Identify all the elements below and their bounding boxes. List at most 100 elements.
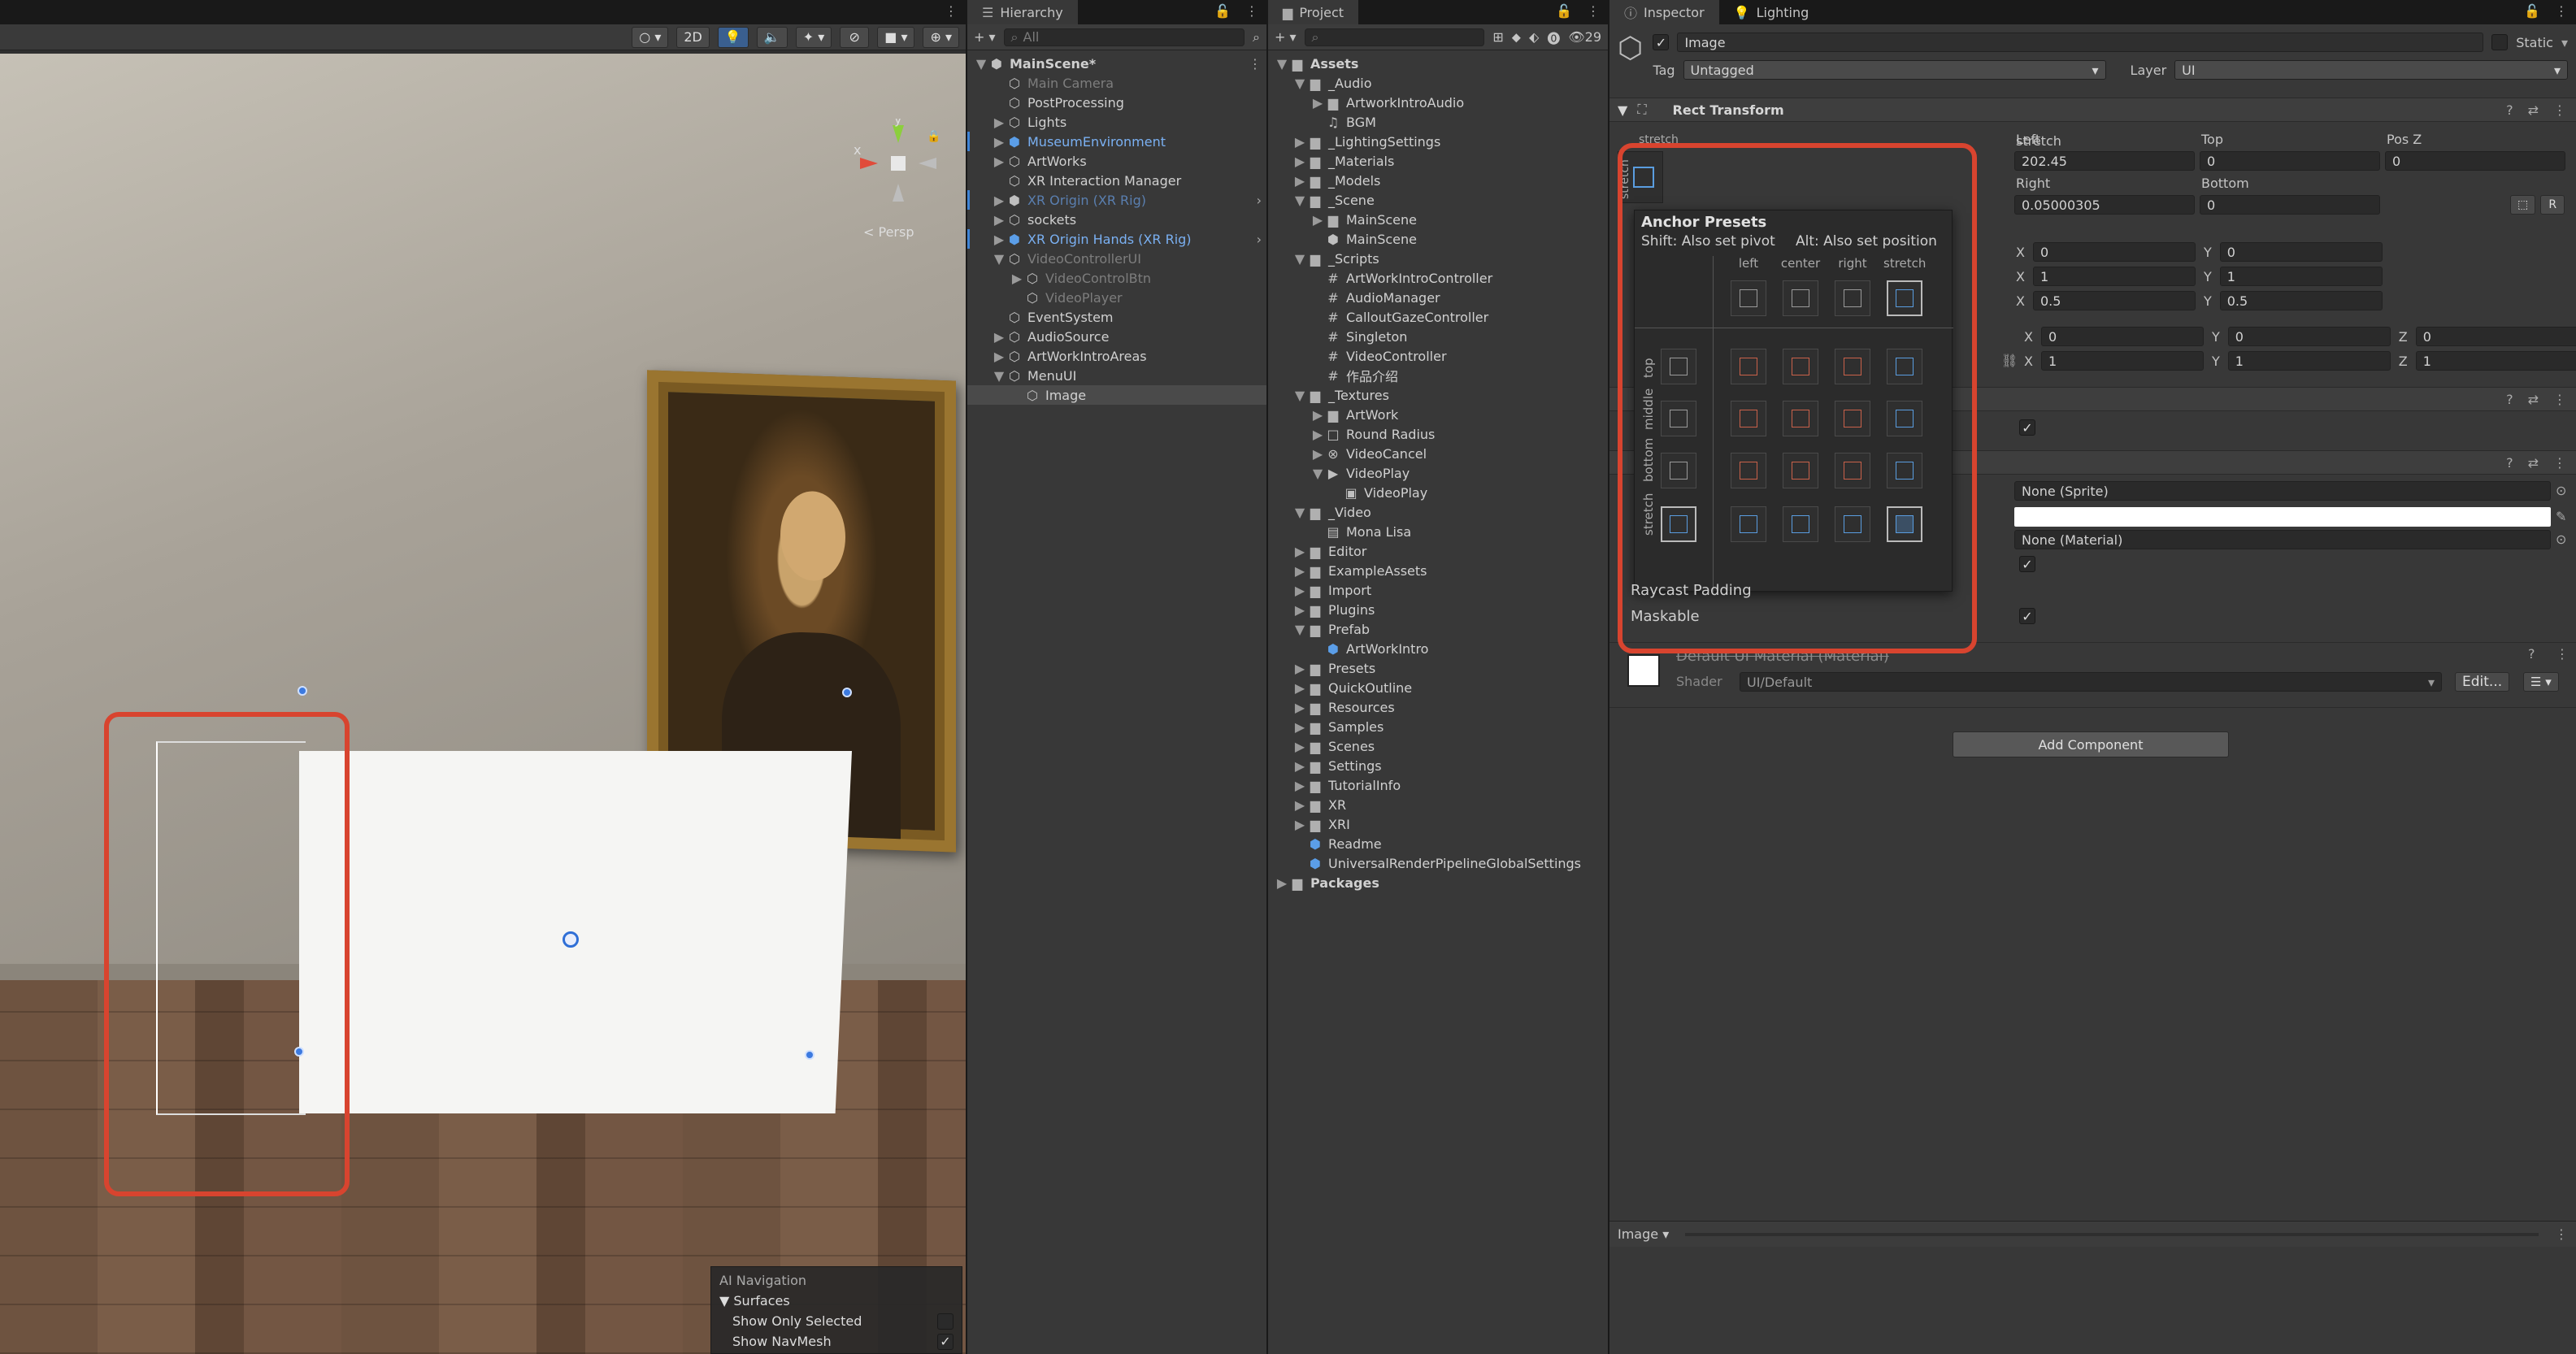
hierarchy-item[interactable]: ▶ ⬡ sockets [967, 210, 1266, 229]
foldout-arrow-icon[interactable]: ▼ [1310, 466, 1325, 481]
pivot-x-field[interactable]: 0.5 [2032, 291, 2196, 310]
scale-x-field[interactable]: 1 [2040, 351, 2204, 371]
help-icon[interactable]: ? [2506, 455, 2513, 471]
project-item[interactable]: ▶ ▆ XR [1268, 795, 1608, 814]
more-icon[interactable]: ⋮ [945, 3, 958, 19]
foldout-arrow-icon[interactable]: ▶ [1292, 817, 1307, 832]
foldout-arrow-icon[interactable]: ▼ [974, 56, 988, 72]
project-item[interactable]: ▼ ▆ _Audio [1268, 73, 1608, 93]
foldout-arrow-icon[interactable]: ▶ [992, 349, 1006, 364]
hierarchy-item[interactable]: ⬡ EventSystem [967, 307, 1266, 327]
color-swatch[interactable] [2014, 507, 2551, 527]
foldout-arrow-icon[interactable]: ▶ [992, 134, 1006, 150]
project-item[interactable]: ▶ ▆ ArtworkIntroAudio [1268, 93, 1608, 112]
project-item[interactable]: ▶ ⊗ VideoCancel [1268, 444, 1608, 463]
anchor-min-x-field[interactable]: 0 [2032, 242, 2196, 262]
project-item[interactable]: ▼ ▆ Prefab [1268, 619, 1608, 639]
rotation-y-field[interactable]: 0 [2227, 327, 2391, 346]
camera-settings-icon[interactable]: ■ ▾ [877, 26, 915, 48]
project-item[interactable]: ▼ ▆ _Textures [1268, 385, 1608, 405]
foldout-arrow-icon[interactable]: ▶ [1292, 661, 1307, 676]
cull-transparent-checkbox[interactable]: ✓ [2019, 419, 2035, 436]
hierarchy-item[interactable]: ⬡ VideoPlayer [967, 288, 1266, 307]
help-icon[interactable]: ? [2506, 392, 2513, 407]
more-icon[interactable]: ⋮ [1587, 3, 1600, 19]
blueprint-mode-icon[interactable]: ⬚ [2510, 195, 2536, 215]
project-item[interactable]: # 作品介绍 [1268, 366, 1608, 385]
rect-handle-top-right[interactable] [842, 688, 852, 697]
foldout-arrow-icon[interactable]: ▶ [1292, 719, 1307, 735]
foldout-arrow-icon[interactable]: ▶ [992, 193, 1006, 208]
show-navmesh-row[interactable]: Show NavMesh ✓ [719, 1331, 954, 1352]
hierarchy-item[interactable]: ⬡ XR Interaction Manager [967, 171, 1266, 190]
more-icon[interactable]: ⋮ [2553, 102, 2566, 118]
more-icon[interactable]: ⋮ [2553, 392, 2566, 407]
hierarchy-item[interactable]: ▶ ⬢ XR Origin (XR Rig) › [967, 190, 1266, 210]
hierarchy-item[interactable]: ▼ ⬡ VideoControllerUI [967, 249, 1266, 268]
hierarchy-item[interactable]: ▶ ⬡ ArtWorkIntroAreas [967, 346, 1266, 366]
static-dropdown-icon[interactable]: ▾ [2561, 35, 2568, 50]
2d-toggle[interactable]: 2D [676, 26, 710, 48]
ai-navigation-overlay[interactable]: AI Navigation ▼ Surfaces Show Only Selec… [710, 1266, 962, 1354]
project-item[interactable]: ▶ ▆ Samples [1268, 717, 1608, 736]
project-item[interactable]: ▣ VideoPlay [1268, 483, 1608, 502]
project-item[interactable]: ▶ ▆ Settings [1268, 756, 1608, 775]
rotation-x-field[interactable]: 0 [2040, 327, 2204, 346]
scene-menu-icon[interactable]: ⋮ [1249, 56, 1262, 72]
foldout-arrow-icon[interactable]: ▶ [1292, 173, 1307, 189]
preview-dropdown[interactable]: Image ▾ [1618, 1226, 1669, 1242]
foldout-arrow-icon[interactable]: ▶ [1292, 778, 1307, 793]
active-checkbox[interactable]: ✓ [1653, 34, 1670, 50]
foldout-arrow-icon[interactable]: ▶ [992, 329, 1006, 345]
project-item[interactable]: ▶ □ Round Radius [1268, 424, 1608, 444]
more-icon[interactable]: ⋮ [2553, 455, 2566, 471]
hierarchy-item[interactable]: ⬡ Image [967, 385, 1266, 405]
effects-toggle-icon[interactable]: ✦ ▾ [795, 26, 832, 48]
project-item[interactable]: ▶ ▆ _Models [1268, 171, 1608, 190]
foldout-arrow-icon[interactable]: ▶ [992, 115, 1006, 130]
object-name-field[interactable]: Image [1677, 33, 2484, 52]
foldout-arrow-icon[interactable]: ▼ [1275, 56, 1289, 72]
foldout-arrow-icon[interactable]: ▶ [1010, 271, 1024, 286]
lock-icon[interactable]: 🔓 [2524, 3, 2540, 19]
raw-edit-icon[interactable]: R [2540, 195, 2565, 215]
show-only-selected-row[interactable]: Show Only Selected [719, 1311, 954, 1331]
foldout-arrow-icon[interactable]: ▼ [992, 368, 1006, 384]
foldout-arrow-icon[interactable]: ▼ [1292, 622, 1307, 637]
foldout-arrow-icon[interactable]: ▶ [1310, 427, 1325, 442]
help-icon[interactable]: ? [2528, 646, 2535, 662]
bottom-field[interactable]: 0 [2200, 195, 2380, 215]
material-picker-icon[interactable]: ⊙ [2556, 532, 2566, 547]
foldout-arrow-icon[interactable]: ▶ [1275, 875, 1289, 891]
lock-icon[interactable]: 🔓 [1556, 3, 1572, 19]
scene-search-icon[interactable]: ⌕ [1253, 29, 1260, 46]
rect-handle-bottom-right[interactable] [805, 1050, 815, 1060]
shader-options-button[interactable]: ☰ ▾ [2523, 672, 2559, 692]
show-only-selected-checkbox[interactable] [937, 1313, 954, 1330]
eyedropper-icon[interactable]: ✎ [2556, 509, 2566, 524]
project-item[interactable]: ▶ ▆ Editor [1268, 541, 1608, 561]
constrain-scale-icon[interactable]: ⛓ [2001, 353, 2018, 368]
tag-dropdown[interactable]: Untagged ▾ [1683, 60, 2106, 80]
lock-icon[interactable]: 🔓 [1214, 3, 1231, 19]
pivot-handle[interactable] [563, 931, 579, 948]
hierarchy-item[interactable]: ▶ ⬡ AudioSource [967, 327, 1266, 346]
tab-lighting[interactable]: 💡 Lighting [1719, 0, 1824, 24]
create-asset-button[interactable]: + ▾ [1275, 29, 1297, 45]
project-item[interactable]: ⬢ MainScene [1268, 229, 1608, 249]
shader-dropdown[interactable]: UI/Default ▾ [1740, 672, 2442, 692]
hierarchy-item[interactable]: ▶ ⬡ VideoControlBtn [967, 268, 1266, 288]
foldout-arrow-icon[interactable]: ▶ [1292, 680, 1307, 696]
project-item[interactable]: ▶ ▆ ArtWork [1268, 405, 1608, 424]
scale-z-field[interactable]: 1 [2415, 351, 2576, 371]
preset-icon[interactable]: ⇄ [2528, 392, 2539, 407]
hidden-packages-icon[interactable]: ⓿ [1547, 28, 1560, 47]
hierarchy-item[interactable]: ▶ ⬢ XR Origin Hands (XR Rig) › [967, 229, 1266, 249]
hidden-objects-icon[interactable]: ⊘ [840, 26, 870, 48]
foldout-arrow-icon[interactable]: ▶ [1310, 407, 1325, 423]
foldout-arrow-icon[interactable]: ▶ [1292, 154, 1307, 169]
foldout-arrow-icon[interactable]: ▶ [1292, 563, 1307, 579]
source-image-field[interactable]: None (Sprite) [2014, 481, 2551, 501]
project-item[interactable]: ▶ ▆ Packages [1268, 873, 1608, 892]
foldout-arrow-icon[interactable]: ▶ [1292, 700, 1307, 715]
